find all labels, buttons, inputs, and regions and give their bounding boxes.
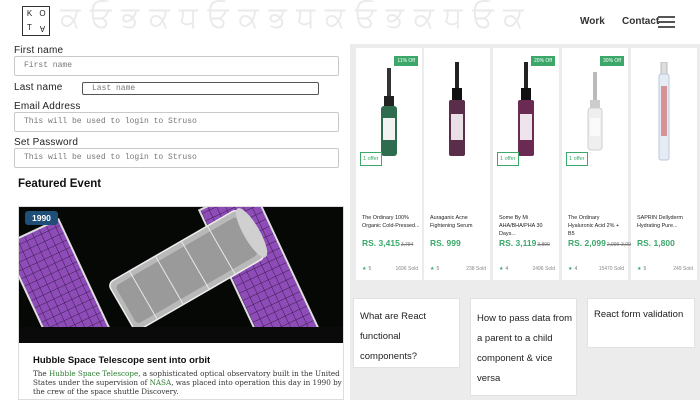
product-name[interactable]: SAPRIN Dellyderm Hydrating Pure... — [637, 214, 695, 230]
logo-letter: A — [39, 24, 46, 33]
price-current: RS. 3,415 — [362, 238, 400, 248]
serum-bottle-image — [449, 62, 465, 156]
product-rating: ★ 4 — [499, 266, 509, 272]
password-input[interactable]: This will be used to login to Struso — [14, 148, 339, 168]
event-text-part: The — [33, 369, 49, 378]
product-name[interactable]: The Ordinary 100% Organic Cold-Pressed..… — [362, 214, 420, 230]
product-rating: ★ 5 — [430, 266, 440, 272]
sold-count: 238 Sold — [466, 266, 486, 272]
serum-bottle-image — [518, 62, 534, 156]
offer-badge[interactable]: 1 offer — [497, 152, 519, 166]
product-price: RS. 2,0992,999-3,000 — [568, 238, 634, 248]
price-current: RS. 3,119 — [499, 238, 537, 248]
event-description: The Hubble Space Telescope, a sophistica… — [33, 369, 343, 396]
rating-value: 4 — [574, 266, 578, 272]
price-current: RS. 1,800 — [637, 238, 675, 248]
nasa-link[interactable]: NASA — [150, 378, 172, 387]
offer-badge[interactable]: 1 offer — [360, 152, 382, 166]
signup-form: First name First name Last name Last nam… — [0, 44, 350, 174]
sold-count: 249 Sold — [673, 266, 693, 272]
hubble-illustration — [19, 207, 343, 343]
product-rating: ★ 5 — [362, 266, 372, 272]
kota-logo[interactable]: K O T A — [22, 6, 50, 36]
nav-link-work[interactable]: Work — [580, 16, 605, 27]
product-name[interactable]: Auraganic Acne Fightening Serum — [430, 214, 488, 230]
price-old: 3,794 — [400, 242, 414, 248]
email-input[interactable]: This will be used to login to Struso — [14, 112, 339, 132]
product-card[interactable]: SAPRIN Dellyderm Hydrating Pure... RS. 1… — [631, 48, 697, 280]
offer-badge[interactable]: 1 offer — [566, 152, 588, 166]
serum-bottle-image — [587, 72, 603, 151]
hamburger-icon[interactable] — [658, 16, 675, 28]
product-rating: ★ 5 — [637, 266, 647, 272]
event-heading[interactable]: Hubble Space Telescope sent into orbit — [33, 355, 210, 366]
serum-bottle-image — [381, 68, 397, 156]
nav-link-contact[interactable]: Contact — [622, 16, 659, 27]
question-card[interactable]: React form validation — [587, 298, 695, 348]
email-label: Email Address — [14, 101, 81, 112]
question-card[interactable]: What are React functional components? — [353, 298, 460, 368]
rating-value: 5 — [643, 266, 647, 272]
site-header: ਕ ਓ ਭ ਕ ਧ ਓ ਕ ਭ ਧ ਕ ਓ ਭ ਕ ਧ ਓ ਕ K O T A … — [0, 0, 700, 46]
product-name[interactable]: The Ordinary Hyaluronic Acid 2% + B5 — [568, 214, 626, 238]
product-card[interactable]: 30% Off 1 offer The Ordinary Hyaluronic … — [562, 48, 634, 280]
hubble-telescope-image: 1990 — [19, 207, 343, 343]
serum-bottle-image — [658, 62, 670, 161]
event-card[interactable]: 1990 Hubble Space Telescope sent into or… — [18, 206, 344, 400]
logo-letter: K — [26, 9, 33, 18]
product-price: RS. 999 — [430, 238, 461, 248]
question-text: What are React functional components? — [360, 311, 426, 362]
rating-value: 5 — [368, 266, 372, 272]
last-name-input[interactable]: Last name — [82, 82, 319, 95]
year-badge: 1990 — [25, 211, 58, 225]
discount-badge: 30% Off — [600, 56, 624, 66]
question-text: How to pass data from a parent to a chil… — [477, 313, 573, 384]
first-name-label: First name — [14, 45, 64, 56]
sold-count: 15470 Sold — [598, 266, 624, 272]
price-current: RS. 2,099 — [568, 238, 606, 248]
discount-badge: 11% Off — [394, 56, 418, 66]
header-background-pattern: ਕ ਓ ਭ ਕ ਧ ਓ ਕ ਭ ਧ ਕ ਓ ਭ ਕ ਧ ਓ ਕ — [60, 0, 524, 35]
product-card[interactable]: 20% Off 1 offer Some By Mi AHA/BHA/PHA 3… — [493, 48, 559, 280]
featured-event-title: Featured Event — [18, 178, 102, 190]
rating-value: 5 — [436, 266, 440, 272]
product-price: RS. 3,1193,899 — [499, 238, 550, 248]
product-row: 11% Off 1 offer The Ordinary 100% Organi… — [354, 48, 698, 284]
product-price: RS. 3,4153,794 — [362, 238, 413, 248]
price-current: RS. 999 — [430, 238, 461, 248]
logo-letter: T — [27, 23, 32, 32]
hubble-link[interactable]: Hubble Space Telescope — [49, 369, 138, 378]
product-price: RS. 1,800 — [637, 238, 675, 248]
product-name[interactable]: Some By Mi AHA/BHA/PHA 30 Days... — [499, 214, 557, 238]
last-name-label: Last name — [14, 82, 63, 93]
sold-count: 2496 Sold — [532, 266, 555, 272]
product-card[interactable]: Auraganic Acne Fightening Serum RS. 999 … — [424, 48, 490, 280]
password-label: Set Password — [14, 137, 79, 148]
price-old: 3,899 — [537, 242, 550, 248]
logo-letter: O — [39, 9, 46, 18]
rating-value: 4 — [505, 266, 509, 272]
sold-count: 1696 Sold — [395, 266, 418, 272]
product-rating: ★ 4 — [568, 266, 578, 272]
question-card[interactable]: How to pass data from a parent to a chil… — [470, 298, 577, 396]
right-panel: 11% Off 1 offer The Ordinary 100% Organi… — [350, 44, 700, 400]
question-text: React form validation — [594, 309, 684, 320]
featured-event-section: Featured Event 1990 Hubble Space Telesco… — [0, 174, 350, 400]
first-name-input[interactable]: First name — [14, 56, 339, 76]
product-card[interactable]: 11% Off 1 offer The Ordinary 100% Organi… — [356, 48, 422, 280]
price-old: 2,999-3,000 — [606, 242, 634, 248]
